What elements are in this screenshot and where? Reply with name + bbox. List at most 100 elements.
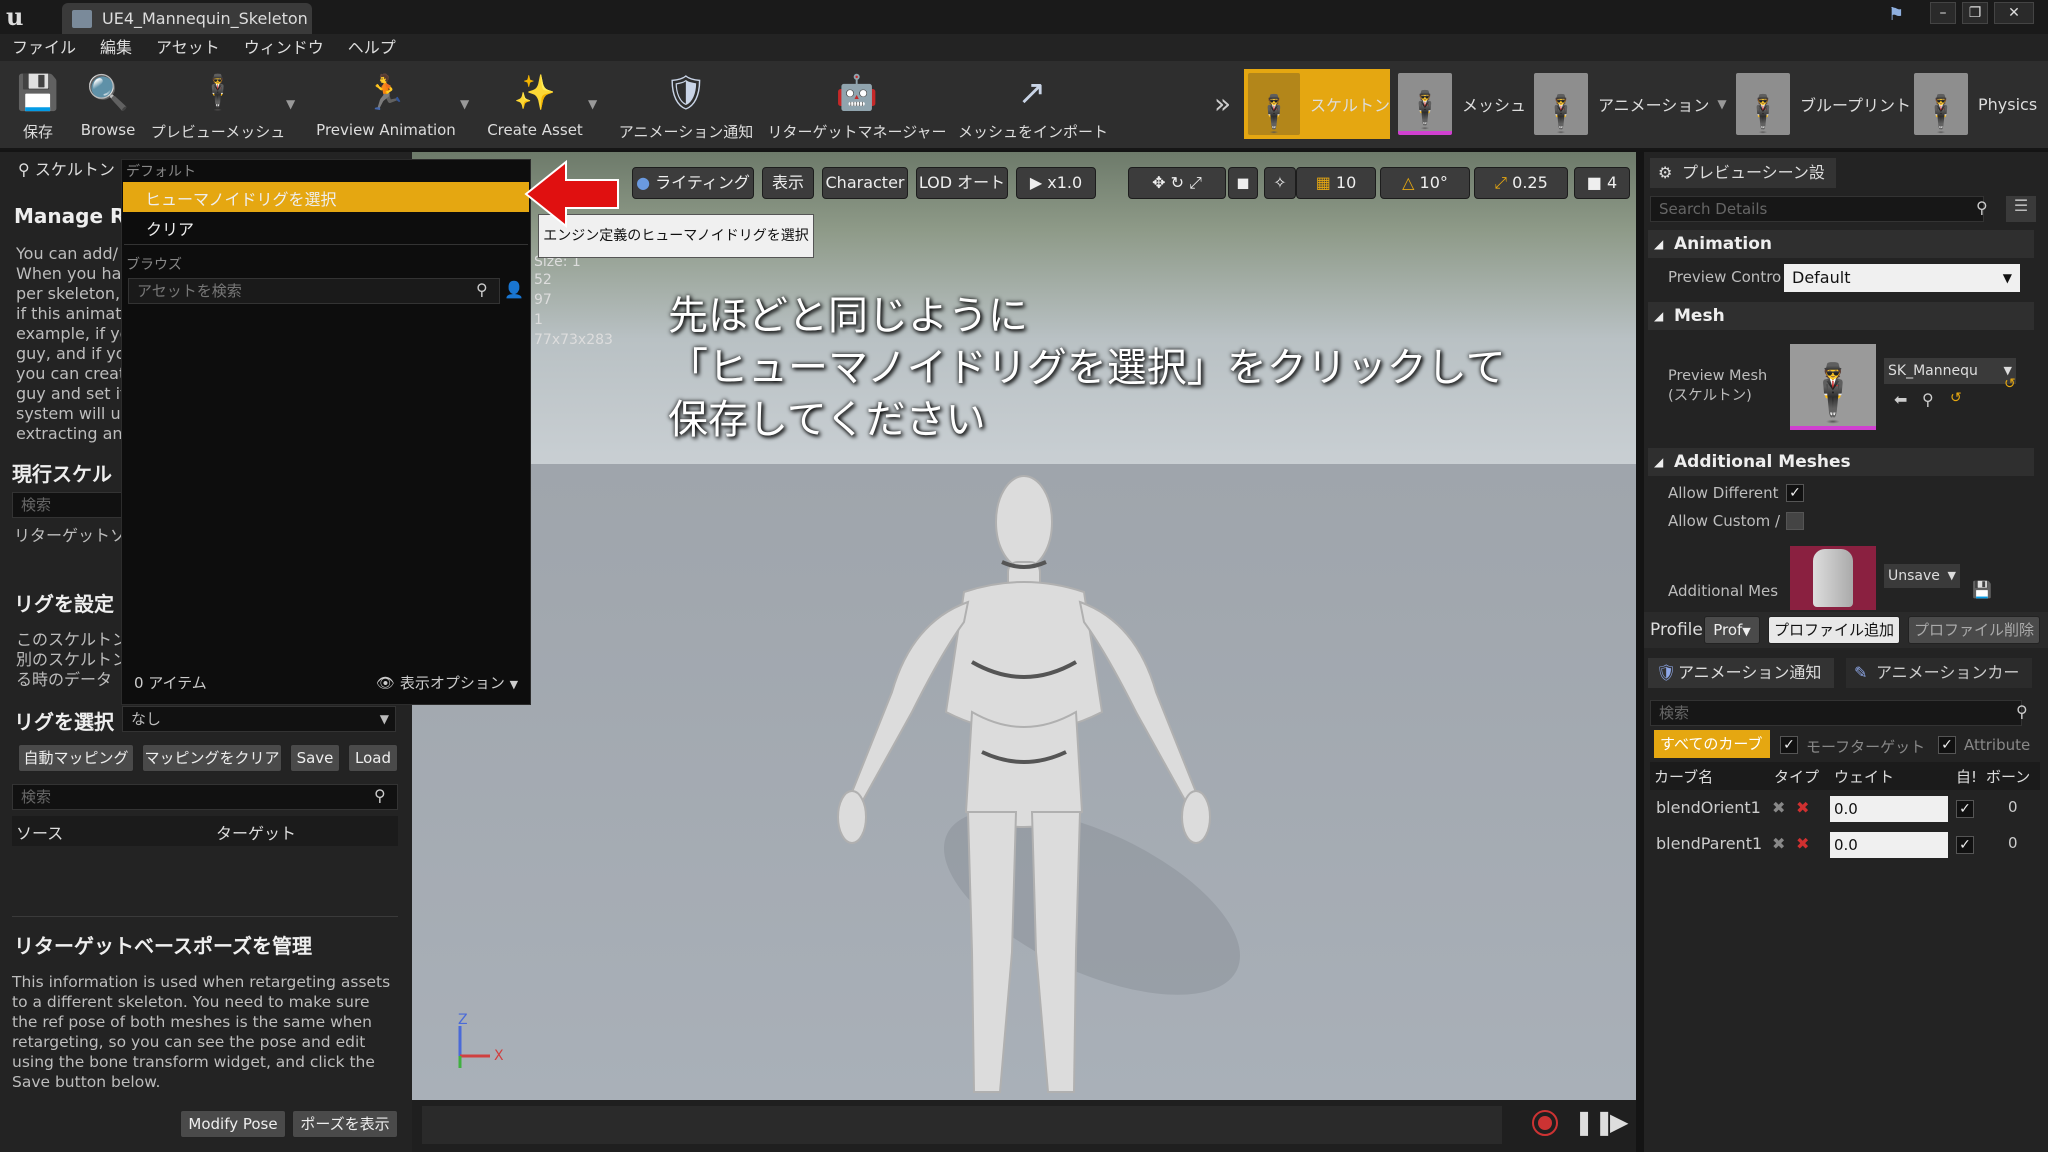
chevron-down-icon[interactable]: ▼: [460, 97, 469, 111]
reset-icon[interactable]: ↺: [1950, 390, 1962, 406]
auto-mapping-button[interactable]: 自動マッピング: [18, 744, 134, 772]
chevron-down-icon[interactable]: ▼: [588, 97, 597, 111]
menu-help[interactable]: ヘルプ: [336, 34, 408, 61]
mode-physics[interactable]: 🕴 Physics: [1914, 69, 2037, 139]
world-local-icon[interactable]: ◼: [1228, 167, 1258, 199]
play-icon: ▶: [1029, 173, 1043, 192]
animation-section-header[interactable]: ◢ Animation: [1648, 230, 2034, 258]
allow-different-checkbox[interactable]: ✓: [1786, 484, 1804, 502]
pause-icon[interactable]: ❚❚: [1574, 1108, 1614, 1136]
save-button[interactable]: 💾 保存: [6, 67, 70, 147]
additional-mesh-thumbnail[interactable]: [1790, 546, 1876, 610]
profile-combo[interactable]: Prof▼: [1704, 616, 1760, 644]
lighting-button[interactable]: ● ライティング: [632, 167, 754, 199]
additional-meshes-title: Additional Meshes: [1674, 452, 1851, 472]
grid-snap[interactable]: ▦ 10: [1296, 167, 1376, 199]
import-mesh-button[interactable]: ↗ メッシュをインポート: [958, 67, 1108, 147]
menu-file[interactable]: ファイル: [0, 34, 88, 61]
auto-checkbox[interactable]: ✓: [1956, 836, 1974, 854]
create-asset-button[interactable]: ✨ Create Asset: [482, 67, 588, 147]
show-button[interactable]: 表示: [762, 167, 814, 199]
auto-checkbox[interactable]: ✓: [1956, 800, 1974, 818]
anim-curves-tab[interactable]: ✎ アニメーションカー: [1846, 658, 2032, 688]
user-filter-icon[interactable]: 👤: [504, 280, 524, 299]
mesh-thumbnail[interactable]: 🕴: [1790, 344, 1876, 430]
maximize-icon[interactable]: ❐: [1962, 2, 1988, 24]
show-pose-button[interactable]: ポーズを表示: [292, 1110, 398, 1138]
surface-snap-icon[interactable]: ✧: [1264, 167, 1296, 199]
menu-edit[interactable]: 編集: [88, 34, 144, 61]
save-icon[interactable]: 💾: [1972, 580, 1992, 599]
additional-mesh-combo[interactable]: Unsave ▼: [1884, 564, 1960, 588]
mesh-asset-combo[interactable]: SK_Mannequ ▼: [1884, 358, 2016, 384]
all-curves-toggle[interactable]: すべてのカーブ: [1654, 730, 1770, 758]
rig-load-button[interactable]: Load: [348, 744, 398, 772]
preview-controller-combo[interactable]: Default ▼: [1784, 264, 2020, 292]
menu-asset[interactable]: アセット: [144, 34, 232, 61]
lod-button[interactable]: LOD オート: [916, 167, 1008, 199]
asset-search-input[interactable]: アセットを検索: [128, 278, 500, 304]
add-profile-button[interactable]: プロファイル追加: [1768, 616, 1900, 644]
rig-save-button[interactable]: Save: [290, 744, 340, 772]
mode-animation[interactable]: 🕴 アニメーション ▼: [1534, 69, 1727, 139]
reset-default-icon[interactable]: ↺: [2004, 376, 2016, 392]
clear-item[interactable]: クリア: [146, 216, 194, 240]
mode-skeleton[interactable]: 🕴 スケルトン: [1244, 69, 1390, 139]
table-row[interactable]: blendOrient1 ✖ ✖ 0.0 ✓ 0: [1650, 792, 2040, 826]
menu-window[interactable]: ウィンドウ: [232, 34, 336, 61]
playback-speed-button[interactable]: ▶ x1.0: [1016, 167, 1096, 199]
minimize-icon[interactable]: –: [1930, 2, 1956, 24]
search-icon: ⚲: [374, 786, 386, 805]
current-skeleton-title: 現行スケル: [12, 462, 112, 486]
import-icon: ↗: [1017, 73, 1047, 113]
attribute-checkbox[interactable]: ✓: [1938, 736, 1956, 754]
anim-notify-tab[interactable]: 🛡 アニメーション通知: [1648, 658, 1834, 688]
weight-input[interactable]: 0.0: [1830, 796, 1948, 822]
chevron-down-icon[interactable]: ▼: [1717, 97, 1726, 111]
chevron-down-icon[interactable]: ▼: [286, 97, 295, 111]
material-type-icon[interactable]: ✖: [1796, 798, 1809, 817]
close-icon[interactable]: ✕: [1994, 2, 2034, 24]
additional-meshes-section-header[interactable]: ◢ Additional Meshes: [1648, 448, 2034, 476]
mesh-section-header[interactable]: ◢ Mesh: [1648, 302, 2034, 330]
overflow-chevron-icon[interactable]: »: [1214, 87, 1231, 120]
skeleton-search-input[interactable]: 検索: [12, 492, 122, 518]
morph-target-checkbox[interactable]: ✓: [1780, 736, 1798, 754]
browse-search-icon[interactable]: ⚲: [1922, 390, 1934, 409]
anim-notify-button[interactable]: 🛡 アニメーション通知: [616, 67, 756, 147]
select-rig-combo[interactable]: なし ▼: [122, 706, 396, 732]
character-button[interactable]: Character: [822, 167, 908, 199]
source-control-icon[interactable]: ⚑: [1888, 4, 1904, 25]
search-icon: ⚲: [476, 280, 488, 299]
preview-scene-tab[interactable]: ⚙ プレビューシーン設: [1650, 158, 1836, 188]
browse-button[interactable]: 🔍 Browse: [76, 67, 140, 147]
retarget-manager-button[interactable]: 🤖 リターゲットマネージャー: [766, 67, 948, 147]
clear-mapping-button[interactable]: マッピングをクリア: [142, 744, 282, 772]
weight-input[interactable]: 0.0: [1830, 832, 1948, 858]
curve-search-input[interactable]: 検索: [1650, 700, 2022, 726]
use-selected-arrow-icon[interactable]: ⬅: [1894, 390, 1907, 409]
modify-pose-button[interactable]: Modify Pose: [180, 1110, 286, 1138]
preview-mesh-button[interactable]: 🕴 プレビューメッシュ: [150, 67, 286, 147]
select-humanoid-rig-item[interactable]: ヒューマノイドリグを選択: [123, 182, 529, 212]
details-search-input[interactable]: Search Details: [1650, 196, 1984, 222]
mode-mesh[interactable]: 🕴 メッシュ: [1398, 69, 1526, 139]
preview-animation-button[interactable]: 🏃 Preview Animation: [312, 67, 460, 147]
delete-profile-button[interactable]: プロファイル削除: [1908, 616, 2040, 644]
camera-speed[interactable]: ■ 4: [1574, 167, 1630, 199]
mapping-search-input[interactable]: 検索: [12, 784, 398, 810]
step-forward-icon[interactable]: ▶: [1610, 1108, 1628, 1136]
table-row[interactable]: blendParent1 ✖ ✖ 0.0 ✓ 0: [1650, 828, 2040, 862]
material-type-icon[interactable]: ✖: [1796, 834, 1809, 853]
view-options-icon[interactable]: ☰: [2006, 196, 2036, 222]
document-tab[interactable]: UE4_Mannequin_Skeleton: [62, 3, 312, 34]
skeleton-tab[interactable]: ⚲ スケルトン: [8, 152, 128, 188]
angle-snap[interactable]: △ 10°: [1380, 167, 1470, 199]
view-options-button[interactable]: 👁 表示オプション ▼: [376, 672, 518, 693]
allow-custom-checkbox[interactable]: [1786, 512, 1804, 530]
mode-blueprint[interactable]: 🕴 ブループリント: [1736, 69, 1911, 139]
scale-snap[interactable]: ⤢ 0.25: [1474, 167, 1568, 199]
transform-tools[interactable]: ✥ ↻ ⤢: [1128, 167, 1226, 199]
record-icon[interactable]: [1532, 1110, 1558, 1136]
timeline-track[interactable]: [422, 1106, 1502, 1144]
